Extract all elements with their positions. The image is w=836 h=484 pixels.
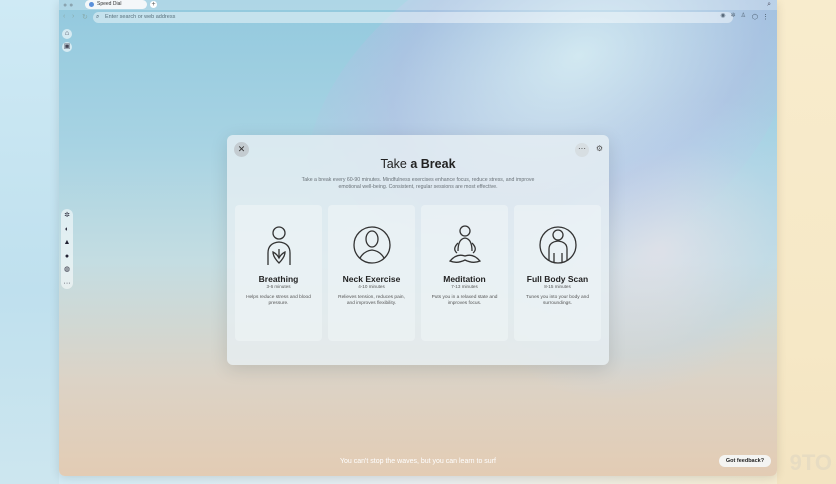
neck-person-icon (353, 226, 391, 264)
card-full-body-scan[interactable]: Full Body Scan 8-15 minutes Tunes you in… (514, 205, 601, 341)
whatsapp-icon[interactable]: ◍ (61, 263, 73, 277)
title-prefix: Take (380, 157, 407, 171)
exercise-cards: Breathing 3-6 minutes Helps reduce stres… (235, 205, 601, 341)
card-breathing[interactable]: Breathing 3-6 minutes Helps reduce stres… (235, 205, 322, 341)
forward-icon[interactable]: › (72, 13, 74, 20)
side-panel: ✲ ◐ ▲ ● ◍ ··· (61, 209, 73, 289)
back-icon[interactable]: ‹ (63, 13, 65, 20)
breathing-lotus-icon (267, 226, 291, 265)
modal-description: Take a break every 60-90 minutes. Mindfu… (301, 177, 535, 190)
more-icon[interactable]: ··· (61, 277, 73, 291)
address-tools[interactable]: ◉✲♙ (720, 12, 751, 19)
title-bold: a Break (410, 157, 456, 171)
address-bar-row: ‹ › ↻ ⌕ Enter search or web address ◉✲♙ … (59, 11, 777, 25)
tabs-icon[interactable]: ▣ (62, 42, 72, 52)
close-button[interactable]: ✕ (234, 142, 249, 157)
card-duration: 7-13 minutes (451, 284, 478, 289)
body-scan-icon (539, 226, 577, 264)
browser-window: ● ● Speed Dial + ⌕ ‹ › ↻ ⌕ Enter search … (59, 0, 777, 476)
address-field[interactable]: ⌕ Enter search or web address (93, 12, 733, 23)
card-title: Breathing (258, 274, 299, 284)
messenger-icon[interactable]: ● (61, 250, 73, 264)
aria-icon[interactable]: ▲ (61, 236, 73, 250)
reload-icon[interactable]: ↻ (82, 13, 88, 21)
card-duration: 8-15 minutes (544, 284, 571, 289)
card-duration: 4-10 minutes (358, 284, 385, 289)
settings-icon[interactable]: ✲ (61, 209, 73, 223)
search-tabs-icon[interactable]: ⌕ (767, 1, 771, 9)
card-text: Helps reduce stress and blood pressure. (246, 295, 311, 307)
card-text: Tunes you into your body and surrounding… (525, 295, 590, 307)
gear-icon[interactable]: ⚙ (596, 144, 603, 153)
card-duration: 3-6 minutes (266, 284, 291, 289)
card-title: Full Body Scan (526, 274, 589, 284)
feedback-button[interactable]: Got feedback? (719, 455, 771, 467)
modal-title: Take a Break (227, 157, 609, 171)
search-icon: ⌕ (96, 14, 100, 20)
address-placeholder: Enter search or web address (105, 14, 176, 20)
speed-dial-icon (89, 2, 94, 7)
desktop-right (777, 0, 836, 484)
watermark: 9TO (789, 450, 832, 475)
desktop-left (0, 0, 59, 484)
card-neck-exercise[interactable]: Neck Exercise 4-10 minutes Relieves tens… (328, 205, 415, 341)
window-controls[interactable]: ● ● (63, 2, 73, 9)
break-modal: ✕ ··· ⚙ Take a Break Take a break every … (227, 135, 609, 365)
card-text: Relieves tension, reduces pain, and impr… (338, 295, 405, 307)
home-icon[interactable]: ⌂ (62, 29, 72, 39)
panel-icon[interactable]: ◐ (61, 223, 73, 237)
wallpaper-quote: You can't stop the waves, but you can le… (340, 458, 496, 465)
new-tab-button[interactable]: + (150, 1, 157, 8)
extensions-icon[interactable]: ⬡⋮ (752, 13, 773, 21)
tab-bar: ● ● Speed Dial + ⌕ (59, 0, 777, 10)
more-options-button[interactable]: ··· (575, 143, 589, 157)
tab-label: Speed Dial (97, 1, 122, 7)
card-meditation[interactable]: Meditation 7-13 minutes Puts you in a re… (421, 205, 508, 341)
meditation-icon (448, 225, 482, 263)
card-text: Puts you in a relaxed state and improves… (431, 295, 498, 307)
tab-speed-dial[interactable]: Speed Dial (85, 0, 147, 9)
card-title: Meditation (443, 274, 486, 284)
card-title: Neck Exercise (342, 274, 401, 284)
